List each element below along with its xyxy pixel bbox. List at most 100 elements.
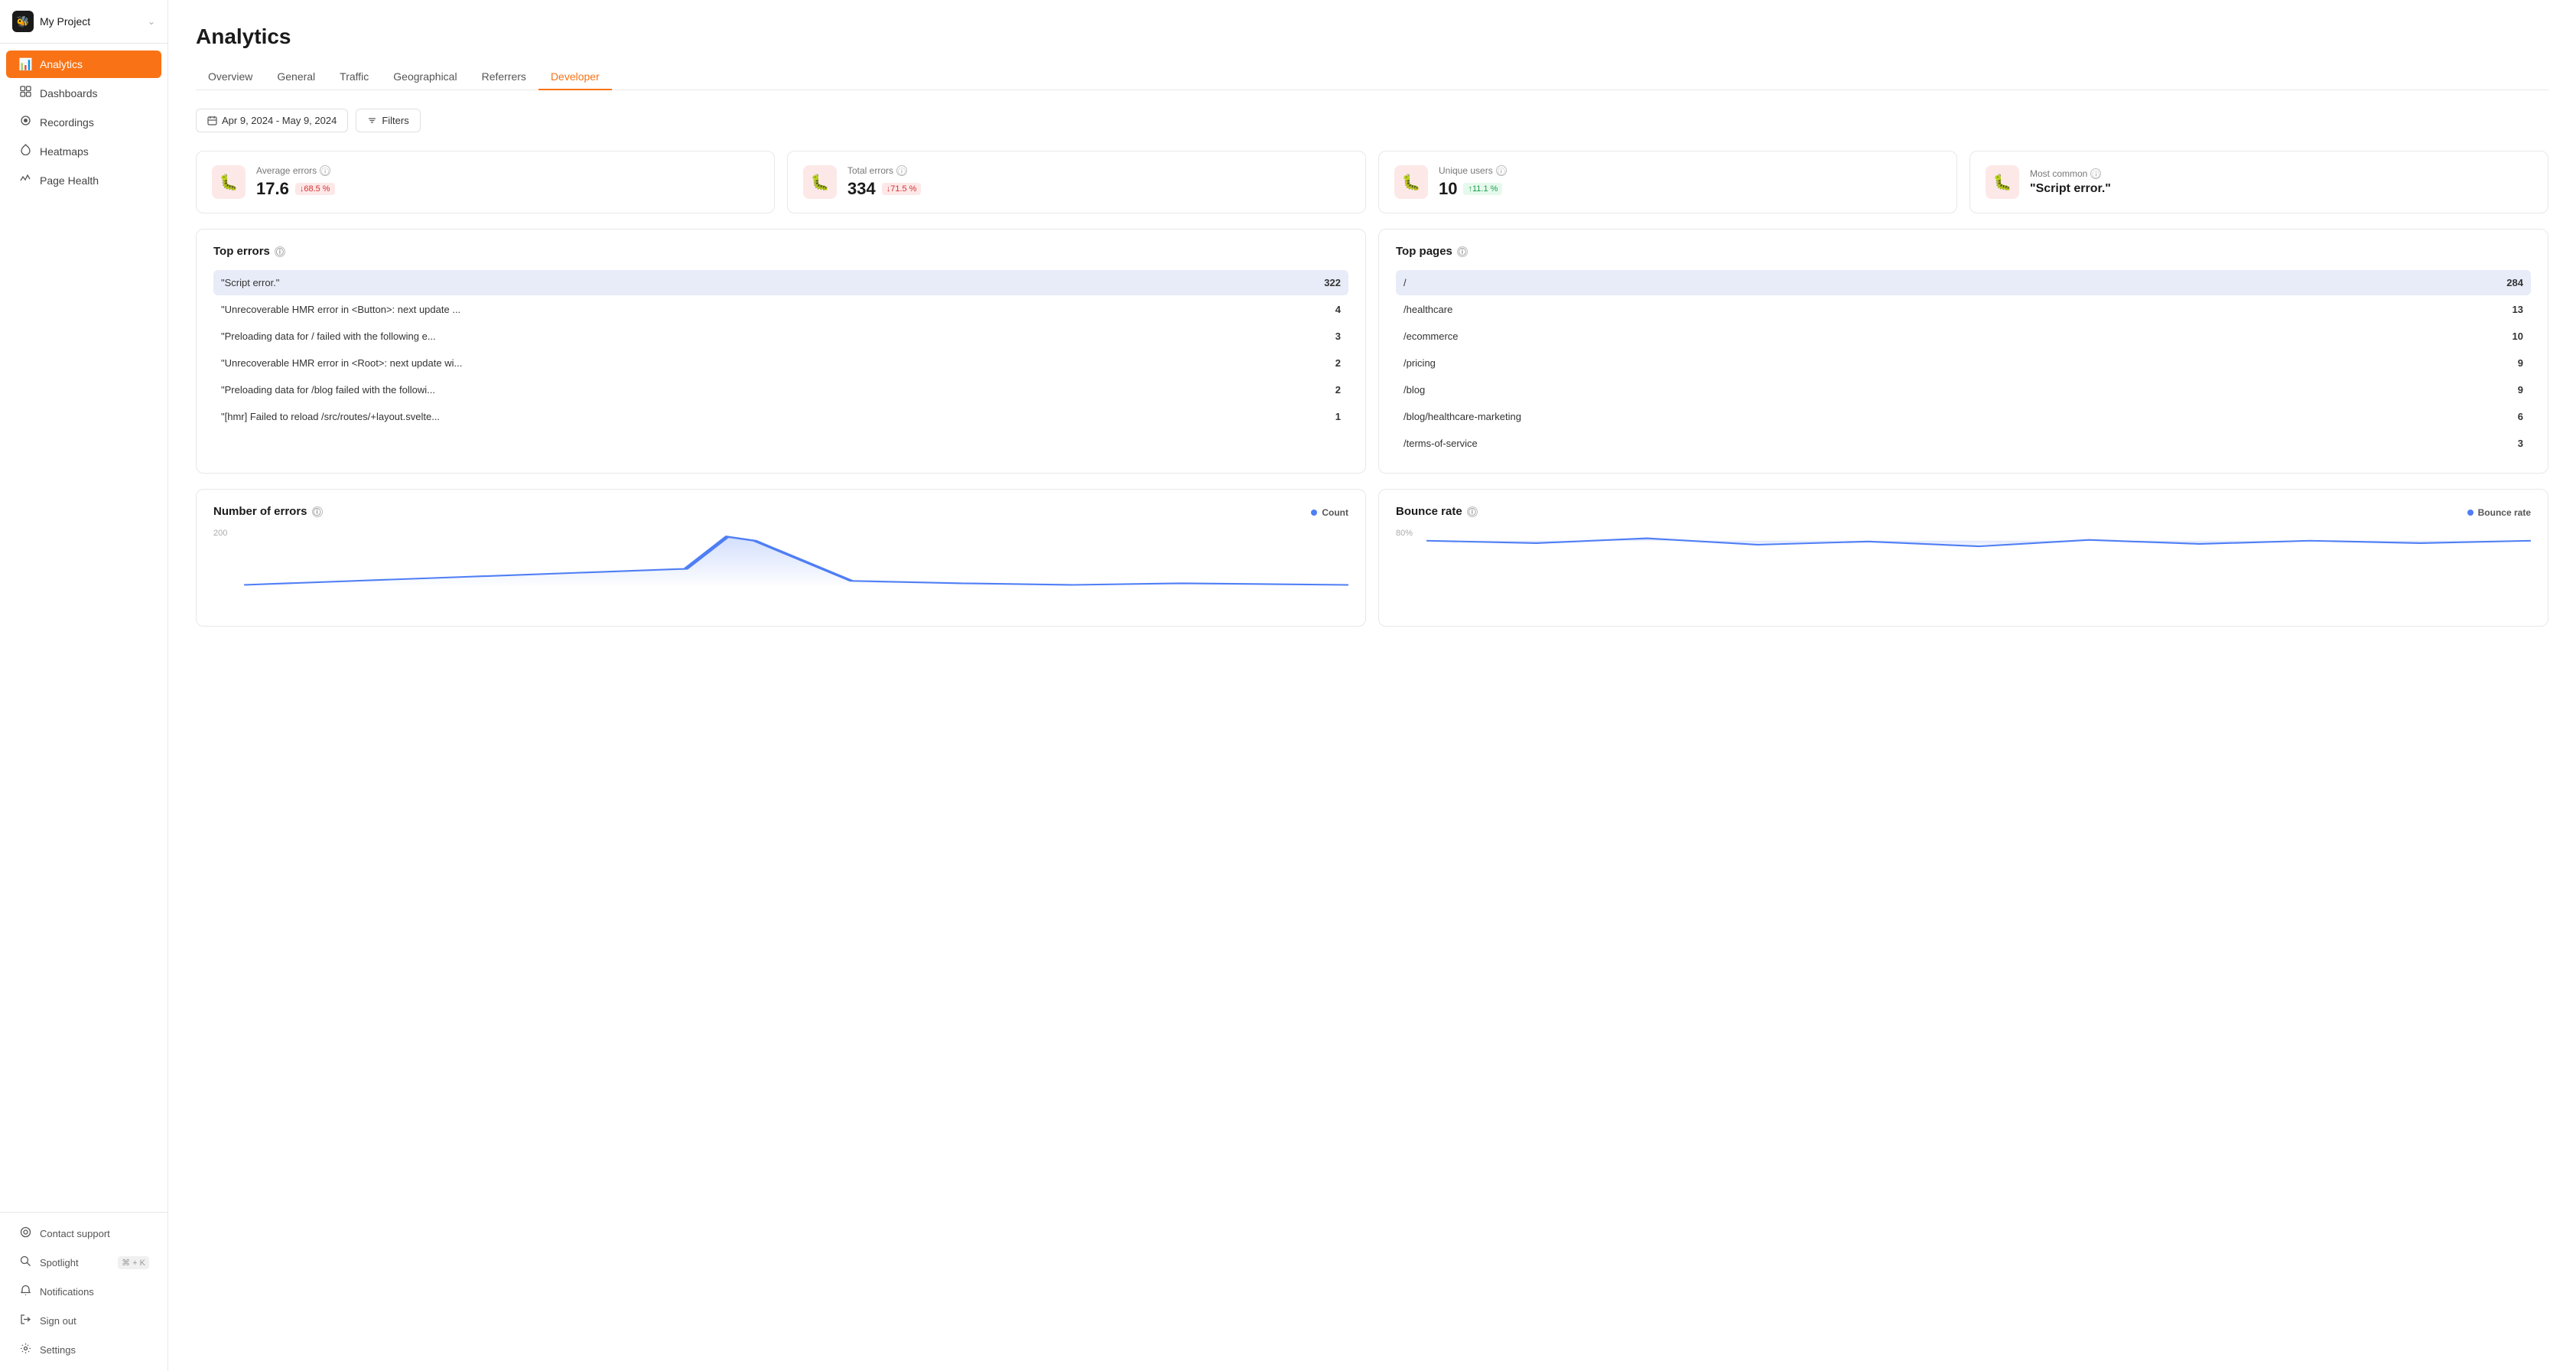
bounce-rate-chart: Bounce rate ⓘ Bounce rate 80% (1378, 489, 2548, 627)
chart-svg-bounce (1426, 529, 2531, 593)
bug-icon-common: 🐛 (1986, 165, 2019, 199)
page-row[interactable]: /terms-of-service 3 (1396, 431, 2531, 456)
top-section: Top errors ⓘ "Script error." 322 "Unreco… (196, 229, 2548, 474)
analytics-icon: 📊 (18, 57, 32, 71)
error-label: "Script error." (221, 277, 279, 288)
page-count: 284 (2506, 277, 2523, 288)
stat-label-unique: Unique users ⓘ (1439, 165, 1941, 176)
settings-icon (18, 1343, 32, 1357)
page-label: /terms-of-service (1403, 438, 1478, 449)
sidebar-bottom: Contact support Spotlight ⌘ + K Notifica… (0, 1212, 168, 1371)
stat-value-avg: 17.6 ↓68.5 % (256, 179, 759, 199)
info-icon: ⓘ (896, 165, 907, 176)
info-icon: ⓘ (1457, 246, 1468, 257)
error-count: 1 (1335, 411, 1341, 422)
stat-label-common: Most common ⓘ (2030, 168, 2532, 179)
stat-badge-total: ↓71.5 % (882, 183, 922, 195)
chart-svg-errors (244, 529, 1348, 593)
error-row[interactable]: "Script error." 322 (213, 270, 1348, 295)
main-content: Analytics Overview General Traffic Geogr… (168, 0, 2576, 1371)
chart-line-area (244, 529, 1348, 593)
sidebar-item-spotlight[interactable]: Spotlight ⌘ + K (6, 1249, 161, 1277)
filters-row: Apr 9, 2024 - May 9, 2024 Filters (196, 109, 2548, 132)
tab-overview[interactable]: Overview (196, 64, 265, 90)
calendar-icon (207, 116, 217, 125)
page-label: /ecommerce (1403, 331, 1459, 342)
sidebar-item-label: Settings (40, 1344, 76, 1356)
bug-icon-avg: 🐛 (212, 165, 246, 199)
error-list: "Script error." 322 "Unrecoverable HMR e… (213, 270, 1348, 429)
chart-title-bounce: Bounce rate ⓘ Bounce rate (1396, 505, 2531, 518)
page-row[interactable]: /blog 9 (1396, 377, 2531, 402)
stat-label-avg: Average errors ⓘ (256, 165, 759, 176)
filters-button[interactable]: Filters (356, 109, 420, 132)
sidebar-item-recordings[interactable]: Recordings (6, 108, 161, 136)
error-row[interactable]: "Preloading data for / failed with the f… (213, 324, 1348, 349)
sidebar-item-label: Spotlight (40, 1257, 79, 1268)
page-label: /blog (1403, 384, 1425, 396)
tab-traffic[interactable]: Traffic (327, 64, 381, 90)
tab-geographical[interactable]: Geographical (381, 64, 469, 90)
sidebar-item-label: Sign out (40, 1315, 76, 1327)
sidebar-item-label: Contact support (40, 1228, 110, 1239)
error-row[interactable]: "Unrecoverable HMR error in <Button>: ne… (213, 297, 1348, 322)
tab-referrers[interactable]: Referrers (470, 64, 538, 90)
sidebar-item-dashboards[interactable]: Dashboards (6, 79, 161, 107)
error-label: "Preloading data for /blog failed with t… (221, 384, 435, 396)
stat-info-avg: Average errors ⓘ 17.6 ↓68.5 % (256, 165, 759, 199)
chart-yaxis: 200 (213, 529, 227, 593)
top-pages-title: Top pages ⓘ (1396, 245, 2531, 258)
sidebar: 🐝 My Project ⌄ 📊 Analytics Dashboards Re… (0, 0, 168, 1371)
stat-info-unique: Unique users ⓘ 10 ↑11.1 % (1439, 165, 1941, 199)
stat-value-unique: 10 ↑11.1 % (1439, 179, 1941, 199)
chart-line-area-bounce (1426, 529, 2531, 593)
sidebar-item-settings[interactable]: Settings (6, 1336, 161, 1364)
sign-out-icon (18, 1314, 32, 1328)
stat-badge-unique: ↑11.1 % (1463, 183, 1502, 195)
spotlight-shortcut: ⌘ + K (118, 1256, 149, 1269)
date-range-button[interactable]: Apr 9, 2024 - May 9, 2024 (196, 109, 348, 132)
stats-row: 🐛 Average errors ⓘ 17.6 ↓68.5 % 🐛 Total … (196, 151, 2548, 213)
error-row[interactable]: "Preloading data for /blog failed with t… (213, 377, 1348, 402)
notifications-icon (18, 1285, 32, 1299)
number-of-errors-chart: Number of errors ⓘ Count 200 (196, 489, 1366, 627)
filter-icon (367, 116, 377, 125)
stat-label-total: Total errors ⓘ (847, 165, 1350, 176)
page-label: /healthcare (1403, 304, 1452, 315)
page-row[interactable]: /healthcare 13 (1396, 297, 2531, 322)
page-row[interactable]: /blog/healthcare-marketing 6 (1396, 404, 2531, 429)
page-row[interactable]: / 284 (1396, 270, 2531, 295)
sidebar-item-page-health[interactable]: Page Health (6, 166, 161, 194)
error-row[interactable]: "Unrecoverable HMR error in <Root>: next… (213, 350, 1348, 376)
chart-legend-bounce: Bounce rate (2467, 507, 2531, 518)
sidebar-item-notifications[interactable]: Notifications (6, 1278, 161, 1306)
page-title: Analytics (196, 24, 2548, 49)
project-selector[interactable]: 🐝 My Project ⌄ (0, 0, 168, 44)
error-label: "Unrecoverable HMR error in <Button>: ne… (221, 304, 460, 315)
chevron-down-icon: ⌄ (148, 16, 155, 27)
tab-developer[interactable]: Developer (538, 64, 612, 90)
sidebar-item-label: Page Health (40, 174, 99, 187)
chart-legend-errors: Count (1311, 507, 1348, 518)
legend-dot (1311, 510, 1317, 516)
y-label-top: 80% (1396, 529, 1413, 538)
sidebar-item-analytics[interactable]: 📊 Analytics (6, 50, 161, 78)
bug-icon-unique: 🐛 (1394, 165, 1428, 199)
stat-info-total: Total errors ⓘ 334 ↓71.5 % (847, 165, 1350, 199)
sidebar-item-contact-support[interactable]: Contact support (6, 1220, 161, 1248)
info-icon: ⓘ (1496, 165, 1507, 176)
error-row[interactable]: "[hmr] Failed to reload /src/routes/+lay… (213, 404, 1348, 429)
stat-badge-avg: ↓68.5 % (295, 183, 335, 195)
sidebar-item-sign-out[interactable]: Sign out (6, 1307, 161, 1335)
page-row[interactable]: /ecommerce 10 (1396, 324, 2531, 349)
chart-title-errors: Number of errors ⓘ Count (213, 505, 1348, 518)
page-row[interactable]: /pricing 9 (1396, 350, 2531, 376)
y-label-top: 200 (213, 529, 227, 538)
error-label: "Unrecoverable HMR error in <Root>: next… (221, 357, 462, 369)
sidebar-item-heatmaps[interactable]: Heatmaps (6, 137, 161, 165)
error-count: 2 (1335, 357, 1341, 369)
top-errors-title: Top errors ⓘ (213, 245, 1348, 258)
tab-general[interactable]: General (265, 64, 327, 90)
error-label: "Preloading data for / failed with the f… (221, 331, 436, 342)
error-count: 3 (1335, 331, 1341, 342)
